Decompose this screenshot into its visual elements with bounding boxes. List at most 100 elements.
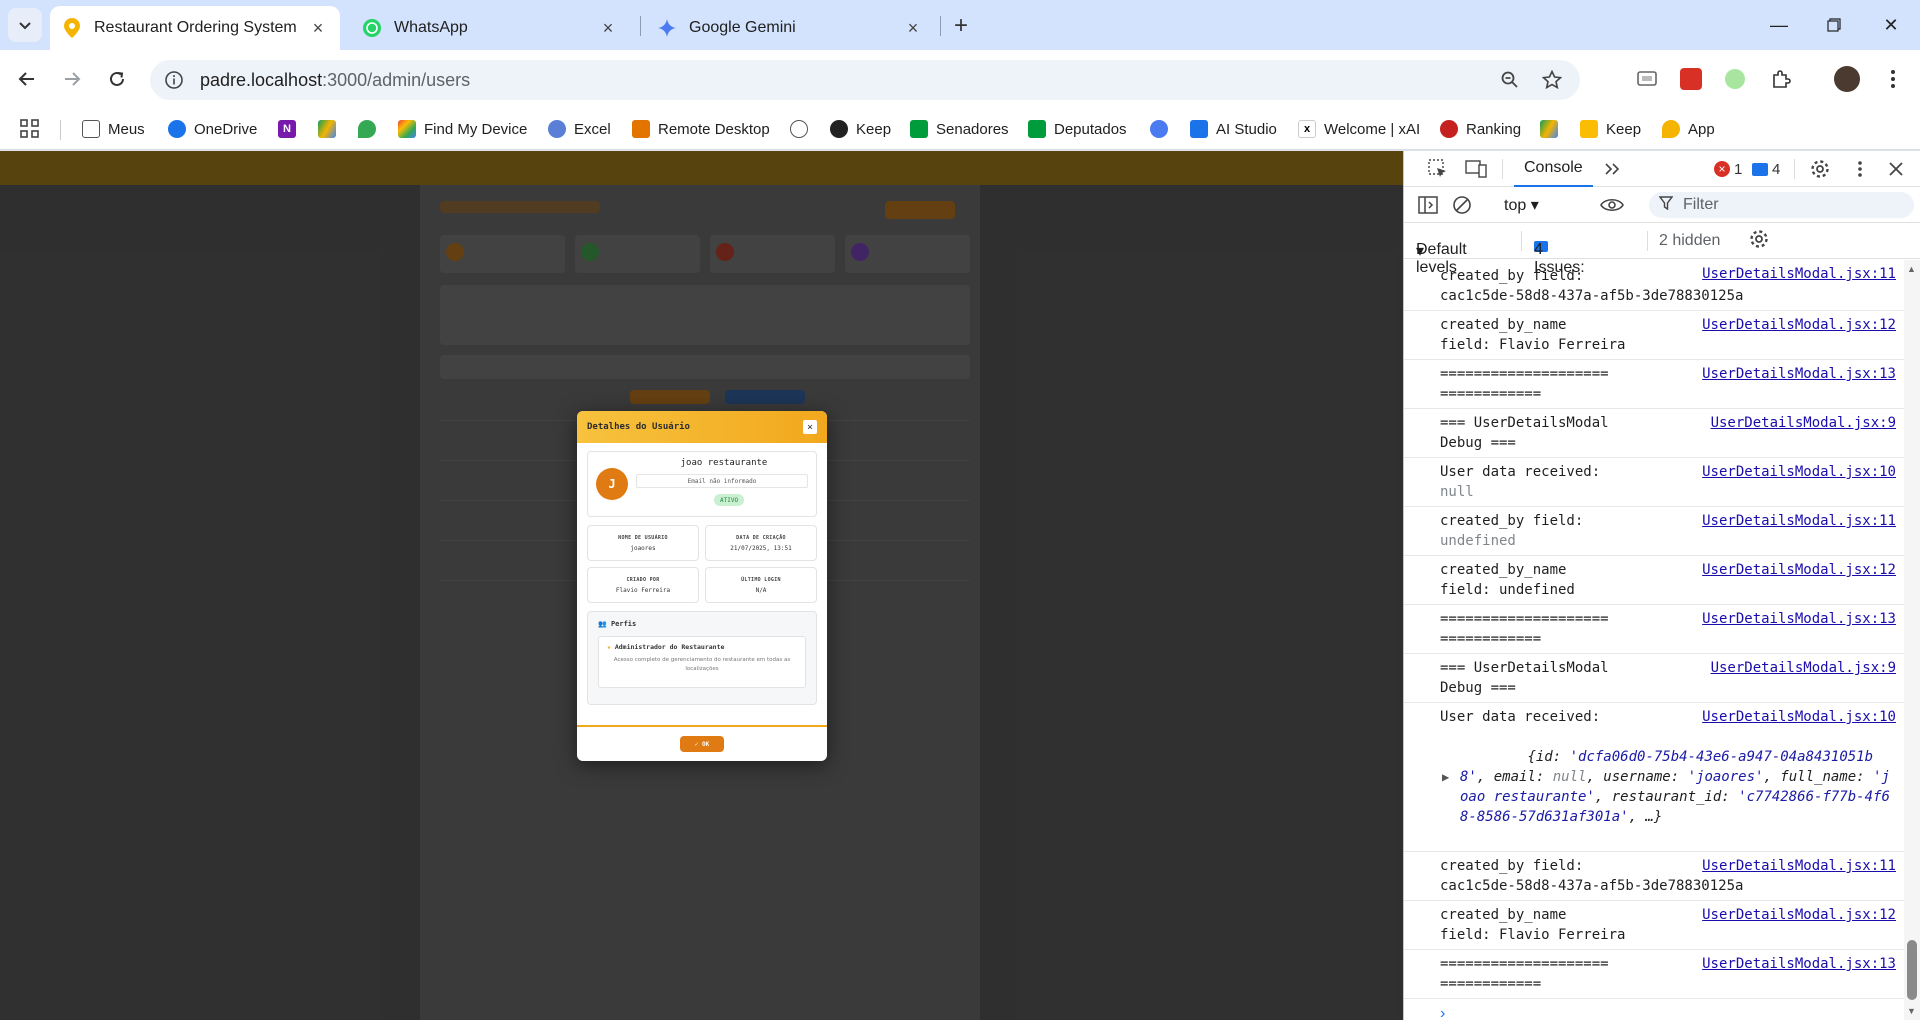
extensions-puzzle-icon[interactable] <box>1766 64 1796 94</box>
source-link[interactable]: UserDetailsModal.jsx:11 <box>1702 511 1896 531</box>
bookmark-maps[interactable] <box>358 116 384 142</box>
console-scrollbar[interactable]: ▲ ▼ <box>1904 260 1920 1020</box>
tab-console[interactable]: Console <box>1514 151 1593 187</box>
close-tab-icon[interactable]: × <box>903 18 923 38</box>
tab-strip: Restaurant Ordering System × WhatsApp × … <box>0 0 1920 50</box>
source-link[interactable]: UserDetailsModal.jsx:13 <box>1702 364 1896 384</box>
find-device-icon <box>398 120 416 138</box>
message-count[interactable]: 4 <box>1752 159 1780 179</box>
google-drive-icon <box>1540 120 1558 138</box>
filter-input[interactable]: Filter <box>1649 192 1914 218</box>
bookmark-separator <box>60 120 61 140</box>
user-summary-card: J joao restaurante Email não informado A… <box>587 451 817 517</box>
map-pin-icon <box>358 120 376 138</box>
close-window-button[interactable]: ✕ <box>1862 0 1920 50</box>
scroll-thumb[interactable] <box>1907 940 1917 1000</box>
close-icon[interactable] <box>1884 157 1908 181</box>
brazil-flag-icon <box>910 120 928 138</box>
reload-button[interactable] <box>100 62 134 96</box>
tab-gemini[interactable]: Google Gemini × <box>645 6 935 50</box>
scroll-up-icon[interactable]: ▲ <box>1907 264 1916 274</box>
source-link[interactable]: UserDetailsModal.jsx:13 <box>1702 609 1896 629</box>
bookmark-drive-2[interactable] <box>1540 116 1566 142</box>
context-selector[interactable]: top ▾ <box>1504 195 1539 215</box>
bookmark-onedrive[interactable]: OneDrive <box>168 116 257 142</box>
forward-arrow-icon <box>65 72 81 86</box>
browser-toolbar: padre.localhost:3000/admin/users <box>0 50 1920 108</box>
source-link[interactable]: UserDetailsModal.jsx:11 <box>1702 856 1896 876</box>
bookmark-star-icon[interactable] <box>1536 64 1568 96</box>
bookmark-ranking[interactable]: Ranking <box>1440 116 1521 142</box>
menu-kebab-icon[interactable] <box>1878 64 1908 94</box>
apps-grid-icon[interactable] <box>20 116 40 142</box>
zoom-icon[interactable] <box>1494 64 1526 96</box>
console-message: created_by_name field: Flavio Ferreira Us… <box>1404 311 1904 360</box>
close-icon[interactable]: × <box>803 420 817 434</box>
expand-triangle-icon[interactable]: ▶ <box>1442 767 1449 787</box>
error-count[interactable]: × 1 <box>1714 159 1742 179</box>
source-link[interactable]: UserDetailsModal.jsx:9 <box>1710 658 1896 678</box>
tab-restaurant[interactable]: Restaurant Ordering System × <box>50 6 340 50</box>
bookmark-keep-2[interactable]: Keep <box>1580 116 1641 142</box>
bookmark-excel[interactable]: Excel <box>548 116 611 142</box>
close-tab-icon[interactable]: × <box>598 18 618 38</box>
info-last-login: ÚLTIMO LOGIN N/A <box>705 567 817 603</box>
bookmark-meus[interactable]: Meus <box>82 116 145 142</box>
bookmark-extra[interactable] <box>790 116 816 142</box>
source-link[interactable]: UserDetailsModal.jsx:12 <box>1702 315 1896 335</box>
console-prompt[interactable]: › <box>1440 1005 1445 1020</box>
bookmark-senadores[interactable]: Senadores <box>910 116 1009 142</box>
source-link[interactable]: UserDetailsModal.jsx:10 <box>1702 462 1896 482</box>
chevron-down-icon <box>19 22 31 30</box>
tab-search-button[interactable] <box>8 8 42 42</box>
bookmark-onenote[interactable]: N <box>278 116 304 142</box>
bookmark-gemini[interactable] <box>1150 116 1176 142</box>
forward-button[interactable] <box>55 62 89 96</box>
bookmark-deputados[interactable]: Deputados <box>1028 116 1127 142</box>
source-link[interactable]: UserDetailsModal.jsx:10 <box>1702 707 1896 727</box>
message-icon <box>1752 162 1768 176</box>
back-button[interactable] <box>10 62 44 96</box>
source-link[interactable]: UserDetailsModal.jsx:12 <box>1702 905 1896 925</box>
bookmark-keep-1[interactable]: Keep <box>830 116 891 142</box>
scroll-down-icon[interactable]: ▼ <box>1907 1006 1916 1016</box>
console-message: User data received: null UserDetailsModal… <box>1404 458 1904 507</box>
new-tab-button[interactable]: + <box>947 12 975 40</box>
bookmark-remote-desktop[interactable]: Remote Desktop <box>632 116 770 142</box>
settings-gear-icon[interactable] <box>1808 157 1832 181</box>
close-tab-icon[interactable]: × <box>308 18 328 38</box>
clear-console-icon[interactable] <box>1450 193 1474 217</box>
source-link[interactable]: UserDetailsModal.jsx:9 <box>1710 413 1896 433</box>
more-tabs-icon[interactable] <box>1600 157 1624 181</box>
source-link[interactable]: UserDetailsModal.jsx:13 <box>1702 954 1896 974</box>
console-prompt-row[interactable]: › <box>1404 999 1904 1020</box>
inspect-element-icon[interactable] <box>1426 157 1450 181</box>
sidebar-toggle-icon[interactable] <box>1416 193 1440 217</box>
bookmark-ai-studio[interactable]: AI Studio <box>1190 116 1277 142</box>
bookmark-find-my-device[interactable]: Find My Device <box>398 116 527 142</box>
ok-button[interactable]: ✓ OK <box>680 736 724 752</box>
restore-button[interactable] <box>1805 0 1863 50</box>
console-settings-gear-icon[interactable] <box>1749 229 1769 254</box>
extension-red-icon[interactable] <box>1676 64 1706 94</box>
object-preview[interactable]: ▶ {id: 'dcfa06d0-75b4-43e6-a947-04a843105… <box>1440 727 1898 847</box>
extension-green-icon[interactable] <box>1720 64 1750 94</box>
site-info-icon[interactable] <box>156 62 192 98</box>
bookmark-app[interactable]: App <box>1662 116 1715 142</box>
profile-avatar-icon[interactable] <box>1832 64 1862 94</box>
keep-icon <box>1580 120 1598 138</box>
bookmark-xai[interactable]: x Welcome | xAI <box>1298 116 1420 142</box>
console-message: ==================== ============ UserDet… <box>1404 360 1904 409</box>
tab-whatsapp[interactable]: WhatsApp × <box>350 6 630 50</box>
source-link[interactable]: UserDetailsModal.jsx:12 <box>1702 560 1896 580</box>
menu-kebab-icon[interactable] <box>1848 157 1872 181</box>
eye-icon[interactable] <box>1600 193 1624 217</box>
address-bar[interactable]: padre.localhost:3000/admin/users <box>150 60 1580 100</box>
minimize-button[interactable]: — <box>1750 0 1808 50</box>
ai-studio-icon <box>1190 120 1208 138</box>
bookmark-drive[interactable] <box>318 116 344 142</box>
cast-icon[interactable] <box>1632 64 1662 94</box>
user-details-modal: Detalhes do Usuário × J joao restaurante… <box>577 411 827 761</box>
source-link[interactable]: UserDetailsModal.jsx:11 <box>1702 264 1896 284</box>
device-toolbar-icon[interactable] <box>1464 157 1488 181</box>
